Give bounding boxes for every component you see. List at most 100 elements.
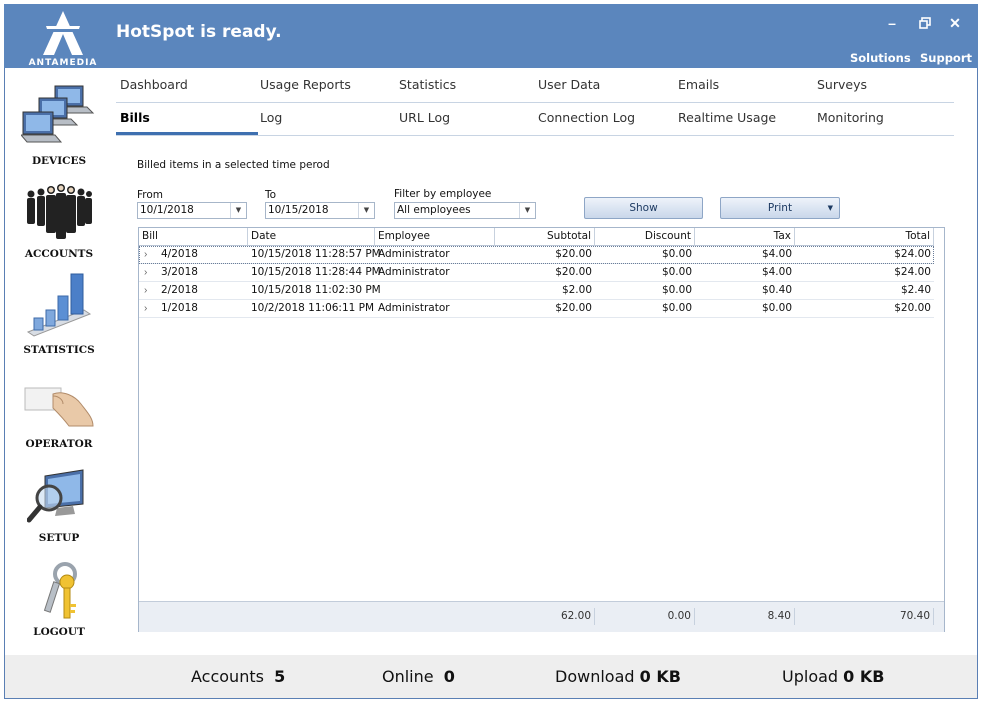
logo-a-icon <box>43 11 83 55</box>
sidebar: DEVICES ACCOUNTS STATISTICS OPERATOR SET… <box>5 68 113 653</box>
logo-text: ANTAMEDIA <box>28 58 98 68</box>
minimize-button[interactable]: – <box>883 14 901 32</box>
tab-url-log[interactable]: URL Log <box>395 101 450 134</box>
expand-chevron-icon[interactable]: › <box>144 282 147 299</box>
column-header-total[interactable]: Total <box>795 228 934 246</box>
sidebar-item-setup[interactable]: SETUP <box>5 466 113 552</box>
app-status-text: HotSpot is ready. <box>116 22 282 42</box>
sidebar-item-label: ACCOUNTS <box>24 248 94 260</box>
table-row[interactable]: › 4/2018 10/15/2018 11:28:57 PM Administ… <box>139 246 934 264</box>
bills-table: Bill Date Employee Subtotal Discount Tax… <box>138 227 945 632</box>
table-row[interactable]: › 3/2018 10/15/2018 11:28:44 PM Administ… <box>139 264 934 282</box>
table-row[interactable]: › 2/2018 10/15/2018 11:02:30 PM $2.00 $0… <box>139 282 934 300</box>
filter-employee-label: Filter by employee <box>394 188 492 200</box>
sidebar-item-label: DEVICES <box>31 155 87 167</box>
cell-employee: Administrator <box>378 248 450 260</box>
column-header-employee[interactable]: Employee <box>375 228 495 246</box>
tab-user-data[interactable]: User Data <box>534 68 600 101</box>
setup-icon <box>27 469 84 523</box>
sidebar-item-label: STATISTICS <box>23 344 95 356</box>
column-header-bill[interactable]: Bill <box>139 228 248 246</box>
from-date-picker[interactable]: 10/1/2018 ▼ <box>137 202 247 219</box>
column-header-subtotal[interactable]: Subtotal <box>495 228 595 246</box>
cell-bill: 2/2018 <box>161 284 198 296</box>
expand-chevron-icon[interactable]: › <box>144 300 147 317</box>
cell-discount: $0.00 <box>661 248 692 260</box>
close-icon: ✕ <box>949 15 961 31</box>
accounts-label: Accounts <box>191 667 264 686</box>
table-row[interactable]: › 1/2018 10/2/2018 11:06:11 PM Administr… <box>139 300 934 318</box>
tab-bills[interactable]: Bills <box>116 101 258 135</box>
cell-tax: $0.00 <box>761 302 792 314</box>
tab-log[interactable]: Log <box>256 101 282 134</box>
chevron-down-icon[interactable]: ▼ <box>519 203 535 218</box>
sidebar-item-label: OPERATOR <box>25 438 93 450</box>
cell-subtotal: $2.00 <box>561 284 592 296</box>
tab-realtime-usage[interactable]: Realtime Usage <box>674 101 776 134</box>
accounts-icon <box>27 184 92 239</box>
cell-tax: $0.40 <box>761 284 792 296</box>
column-header-date[interactable]: Date <box>248 228 375 246</box>
tab-statistics[interactable]: Statistics <box>395 68 456 101</box>
restore-icon <box>919 17 931 29</box>
tab-dashboard[interactable]: Dashboard <box>116 68 188 101</box>
online-count: 0 <box>443 667 455 686</box>
tab-emails[interactable]: Emails <box>674 68 719 101</box>
sidebar-item-devices[interactable]: DEVICES <box>5 74 113 170</box>
cell-employee: Administrator <box>378 266 450 278</box>
cell-employee <box>375 282 495 299</box>
employee-filter-select[interactable]: All employees ▼ <box>394 202 536 219</box>
sidebar-item-logout[interactable]: LOGOUT <box>5 558 113 644</box>
close-button[interactable]: ✕ <box>946 14 964 32</box>
sidebar-item-label: LOGOUT <box>33 626 85 638</box>
to-date-picker[interactable]: 10/15/2018 ▼ <box>265 202 375 219</box>
to-label: To <box>265 189 277 201</box>
tab-connection-log[interactable]: Connection Log <box>534 101 635 134</box>
upload-stat: Upload 0 KB <box>782 667 884 686</box>
chevron-down-icon[interactable]: ▼ <box>230 203 246 218</box>
total-tax: 8.40 <box>695 608 795 625</box>
accounts-stat: Accounts 5 <box>191 667 285 686</box>
expand-chevron-icon[interactable]: › <box>144 246 147 263</box>
sidebar-item-operator[interactable]: OPERATOR <box>5 374 113 456</box>
solutions-link[interactable]: Solutions <box>850 51 911 65</box>
cell-bill: 1/2018 <box>161 302 198 314</box>
support-link[interactable]: Support <box>920 51 972 65</box>
chevron-down-icon[interactable]: ▼ <box>828 198 833 218</box>
tab-surveys[interactable]: Surveys <box>813 68 867 101</box>
sidebar-item-accounts[interactable]: ACCOUNTS <box>5 176 113 264</box>
sidebar-item-statistics[interactable]: STATISTICS <box>5 268 113 360</box>
cell-discount: $0.00 <box>661 284 692 296</box>
status-bar: Accounts 5 Online 0 Download 0 KB Upload… <box>5 655 977 698</box>
total-subtotal: 62.00 <box>495 608 595 625</box>
upload-label: Upload <box>782 667 839 686</box>
column-header-discount[interactable]: Discount <box>595 228 695 246</box>
sidebar-item-label: SETUP <box>38 532 80 544</box>
cell-total: $2.40 <box>900 284 931 296</box>
antamedia-logo: ANTAMEDIA <box>18 8 108 68</box>
chevron-down-icon[interactable]: ▼ <box>358 203 374 218</box>
cell-bill: 3/2018 <box>161 266 198 278</box>
accounts-count: 5 <box>274 667 286 686</box>
column-header-tax[interactable]: Tax <box>695 228 795 246</box>
cell-discount: $0.00 <box>661 302 692 314</box>
online-label: Online <box>382 667 434 686</box>
show-button[interactable]: Show <box>584 197 703 219</box>
cell-date: 10/15/2018 11:28:57 PM <box>251 248 381 260</box>
download-value: 0 KB <box>639 667 681 686</box>
print-button[interactable]: Print ▼ <box>720 197 840 219</box>
from-date-value: 10/1/2018 <box>140 204 194 216</box>
cell-date: 10/15/2018 11:02:30 PM <box>251 284 381 296</box>
cell-total: $20.00 <box>894 302 931 314</box>
total-discount: 0.00 <box>595 608 695 625</box>
table-totals-row: 62.00 0.00 8.40 70.40 <box>139 601 944 632</box>
from-label: From <box>137 189 164 201</box>
tab-row-1: Dashboard Usage Reports Statistics User … <box>116 68 954 103</box>
page-subtitle: Billed items in a selected time perod <box>137 159 330 171</box>
expand-chevron-icon[interactable]: › <box>144 264 147 281</box>
tab-usage-reports[interactable]: Usage Reports <box>256 68 351 101</box>
tab-monitoring[interactable]: Monitoring <box>813 101 884 134</box>
online-stat: Online 0 <box>382 667 455 686</box>
employee-filter-value: All employees <box>397 204 471 216</box>
restore-button[interactable] <box>916 14 934 32</box>
